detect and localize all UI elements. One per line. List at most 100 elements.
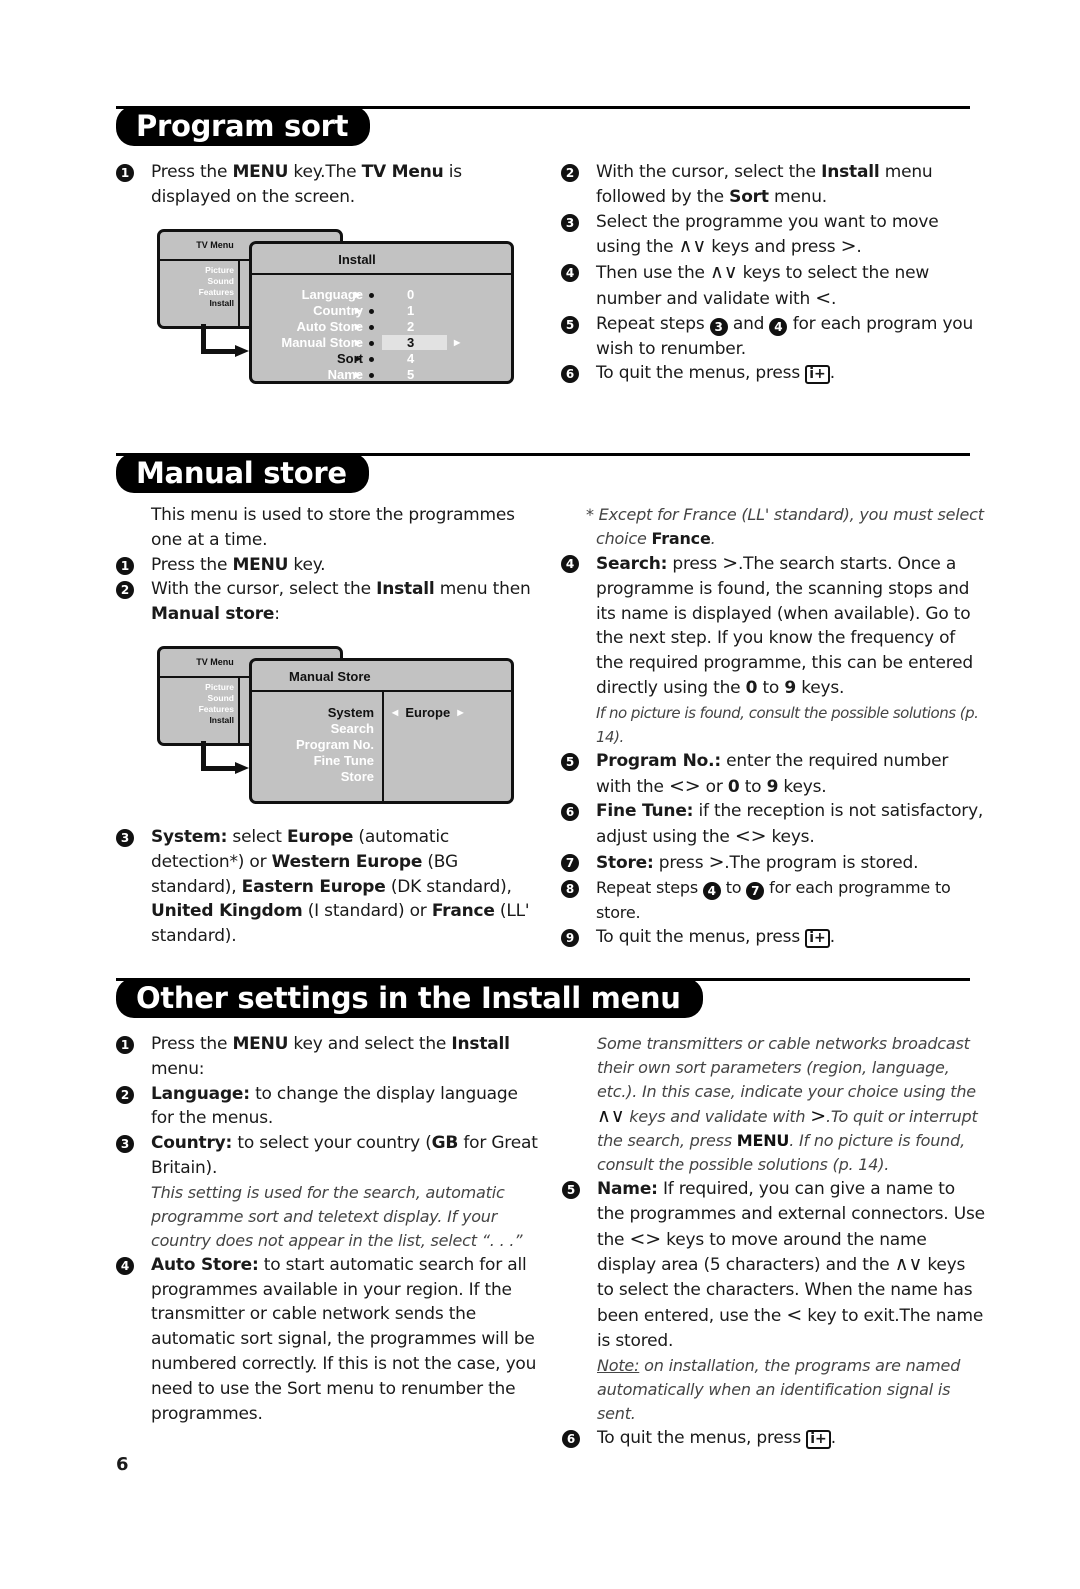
row-label: Auto Store xyxy=(296,319,363,334)
left-key-icon: < xyxy=(786,1303,803,1326)
install-menu-row: Language ▶ 0 xyxy=(252,287,517,303)
highlight-bar xyxy=(382,335,447,350)
step-1: 1 Press the MENU key and select the Inst… xyxy=(116,1032,541,1082)
install-menu-row: Name ▶ 5 xyxy=(252,367,517,383)
step-number: 3 xyxy=(561,213,579,232)
install-menu-title: Install xyxy=(338,252,376,267)
row-label: Manual Store xyxy=(281,335,363,350)
step-2: 2 With the cursor, select the Install me… xyxy=(116,577,536,627)
step-number: 1 xyxy=(116,164,134,182)
manual-store-left-column: This menu is used to store the programme… xyxy=(116,503,536,627)
step-7: 7 Store: press >.The program is stored. xyxy=(561,850,986,876)
info-key-icon: i+ xyxy=(805,365,830,385)
install-menu-illustration: TV Menu Picture Sound Features Install I… xyxy=(157,229,517,389)
step-6: 6 To quit the menus, press i+. xyxy=(562,1426,987,1451)
step-number: 4 xyxy=(561,264,579,283)
tv-menu-items: Picture Sound Features Install xyxy=(160,682,234,726)
manual-store-menu-illustration: TV Menu Picture Sound Features Install M… xyxy=(157,646,517,806)
step-3: 3 Select the programme you want to move … xyxy=(561,210,981,261)
step-number: 5 xyxy=(561,752,579,771)
page-number: 6 xyxy=(116,1454,129,1475)
manual-store-left-column-2: 3 System: select Europe (automatic detec… xyxy=(116,825,541,949)
left-key-icon: < xyxy=(815,286,832,309)
bullet-icon xyxy=(369,357,374,362)
left-triangle-icon: ◀ xyxy=(392,708,399,717)
step-9: 9 To quit the menus, press i+. xyxy=(561,925,986,950)
step-5: 5 Name: If required, you can give a name… xyxy=(562,1177,987,1354)
step-5: 5 Program No.: enter the required number… xyxy=(561,749,986,800)
menu-item: Fine Tune xyxy=(313,753,374,768)
step-1: 1 Press the MENU key.The TV Menu is disp… xyxy=(116,160,536,210)
section-header-manual-store: Manual store xyxy=(116,453,970,493)
step-number: 6 xyxy=(561,365,579,384)
sort-parameters-note: Some transmitters or cable networks broa… xyxy=(597,1034,978,1174)
right-key-icon: > xyxy=(840,235,857,258)
left-right-keys-icon: <> xyxy=(629,1227,662,1250)
right-key-icon: > xyxy=(810,1105,826,1127)
step-number: 6 xyxy=(561,803,579,822)
up-down-keys-icon: ∧∨ xyxy=(710,261,738,284)
arrow-right-icon xyxy=(235,345,249,357)
program-sort-left-column: 1 Press the MENU key.The TV Menu is disp… xyxy=(116,160,536,210)
step-number: 9 xyxy=(561,929,579,948)
step-3: 3 Country: to select your country (GB fo… xyxy=(116,1131,541,1181)
row-value: 4 xyxy=(407,351,415,366)
step-number: 2 xyxy=(561,164,579,182)
bullet-icon xyxy=(369,293,374,298)
arrow-right-icon xyxy=(235,762,249,774)
install-menu-panel: Install Language ▶ 0 Country ▶ 1 Auto Store ▶ 2 M… xyxy=(249,241,514,384)
manual-store-right-column: * Except for France (LL' standard), you … xyxy=(561,503,986,950)
step-reference: 3 xyxy=(709,317,728,336)
menu-item: Search xyxy=(330,721,374,736)
tv-menu-item-selected: Install xyxy=(209,715,234,725)
step-number: 5 xyxy=(561,315,579,334)
system-value: ◀ Europe ▶ xyxy=(392,705,464,720)
menu-item-selected: System xyxy=(327,705,374,720)
other-settings-left-column: 1 Press the MENU key and select the Inst… xyxy=(116,1032,541,1426)
section-header-other-settings: Other settings in the Install menu xyxy=(116,978,970,1018)
row-value: 0 xyxy=(407,287,415,302)
step-5-note: Note: on installation, the programs are … xyxy=(597,1355,961,1423)
step-reference: 4 xyxy=(769,317,788,336)
row-value: 5 xyxy=(407,367,415,382)
manual-store-menu-panel: Manual Store System Search Program No. F… xyxy=(249,658,514,804)
submenu-arrow-icon: ▶ xyxy=(355,322,362,331)
manual-store-menu-items: System Search Program No. Fine Tune Stor… xyxy=(252,705,374,785)
step-4: 4 Search: press >.The search starts. Onc… xyxy=(561,551,986,701)
intro-text: This menu is used to store the programme… xyxy=(151,505,515,550)
tv-menu-item: Sound xyxy=(207,276,234,286)
tv-menu-item: Picture xyxy=(205,682,234,692)
step-number: 8 xyxy=(561,879,579,898)
program-sort-right-column: 2 With the cursor, select the Install me… xyxy=(561,160,981,386)
tv-menu-item: Features xyxy=(198,287,234,297)
step-number: 5 xyxy=(562,1181,580,1199)
step-4-note: If no picture is found, consult the poss… xyxy=(596,703,979,746)
other-settings-right-column: Some transmitters or cable networks broa… xyxy=(562,1032,987,1450)
submenu-arrow-icon: ▶ xyxy=(355,354,362,363)
tv-menu-item: Sound xyxy=(207,693,234,703)
bullet-icon xyxy=(369,309,374,314)
row-value: 2 xyxy=(407,319,415,334)
step-number: 6 xyxy=(562,1429,580,1448)
step-number: 4 xyxy=(116,1256,134,1275)
step-number: 4 xyxy=(561,555,579,573)
submenu-arrow-icon: ▶ xyxy=(355,370,362,379)
submenu-arrow-icon: ▶ xyxy=(355,290,362,299)
step-5: 5 Repeat steps 3 and 4 for each program … xyxy=(561,312,981,362)
menu-item: Program No. xyxy=(295,737,374,752)
step-number: 2 xyxy=(116,1085,134,1104)
tv-menu-item-selected: Install xyxy=(209,298,234,308)
step-number: 2 xyxy=(116,581,134,600)
section-header-program-sort: Program sort xyxy=(116,106,970,146)
bullet-icon xyxy=(369,341,374,346)
step-reference: 4 xyxy=(702,881,721,900)
info-key-icon: i+ xyxy=(805,929,830,949)
tv-menu-items: Picture Sound Features Install xyxy=(160,265,234,309)
install-menu-row: Manual Store ▶ 3 ▶ xyxy=(252,335,517,351)
up-down-keys-icon: ∧∨ xyxy=(597,1105,625,1127)
move-arrow-icon: ▶ xyxy=(454,338,461,347)
right-key-icon: > xyxy=(708,850,725,873)
step-reference: 7 xyxy=(746,881,765,900)
step-number: 1 xyxy=(116,556,134,575)
step-3: 3 System: select Europe (automatic detec… xyxy=(116,825,541,949)
